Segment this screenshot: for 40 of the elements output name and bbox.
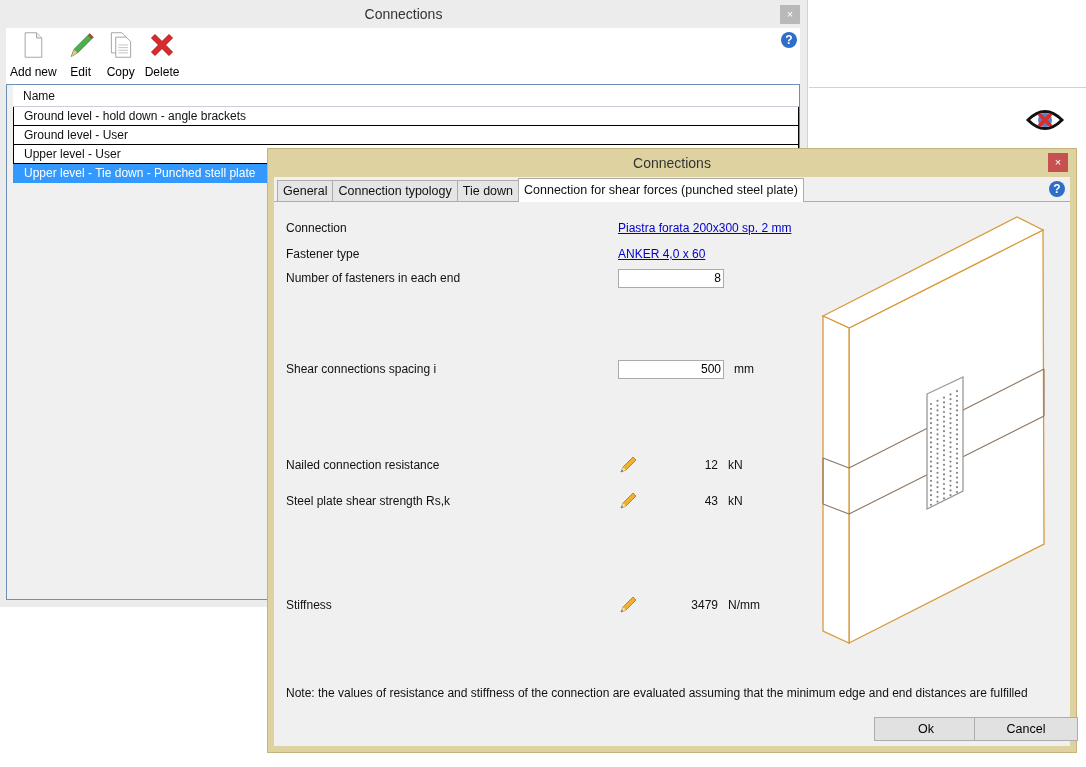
table-row[interactable]: Ground level - hold down - angle brackets (13, 107, 799, 126)
field-label: Nailed connection resistance (286, 457, 441, 474)
dialog-title: Connections (633, 154, 711, 173)
pencil-icon[interactable] (618, 455, 638, 475)
note-text: Note: the values of resistance and stiffness of the connection are evaluated assuming that the minimum edge and end distances are fulfilled (286, 685, 1028, 702)
close-button[interactable]: × (1048, 153, 1068, 172)
number-field[interactable]: 8 (618, 268, 724, 288)
hidden-eye-icon[interactable] (1026, 107, 1064, 133)
value-link[interactable]: Piastra forata 200x300 sp. 2 mm (618, 219, 792, 237)
unit-text: kN (728, 493, 743, 510)
field-label: Fastener type (286, 246, 361, 263)
value-link[interactable]: ANKER 4,0 x 60 (618, 245, 706, 263)
tab[interactable]: Connection for shear forces (punched steel plate) (518, 178, 804, 202)
tab[interactable]: Connection typology (332, 180, 458, 201)
tab[interactable]: General (277, 180, 334, 201)
unit-text: mm (734, 361, 754, 378)
toolbar-button[interactable]: Delete (142, 31, 182, 81)
value-text: 12 (703, 457, 718, 474)
number-field[interactable]: 500 (618, 359, 724, 379)
column-header[interactable]: Name (13, 85, 799, 107)
pencil-icon[interactable] (618, 595, 638, 615)
field-label: Steel plate shear strength Rs,k (286, 493, 452, 510)
dialog-button[interactable]: Cancel (974, 717, 1078, 741)
unit-text: N/mm (728, 597, 760, 614)
field-label: Stiffness (286, 597, 333, 614)
field-label: Number of fasteners in each end (286, 270, 462, 287)
value-text: 3479 (690, 597, 718, 614)
tab[interactable]: Tie down (456, 180, 520, 201)
toolbar-button[interactable]: Edit (62, 31, 99, 81)
table-row[interactable]: Ground level - User (13, 126, 799, 145)
window-title: Connections (364, 5, 443, 24)
value-text: 43 (703, 493, 718, 510)
help-button[interactable]: ? (781, 32, 797, 48)
help-button[interactable]: ? (1049, 181, 1065, 197)
toolbar-button[interactable]: Add new (8, 31, 59, 81)
field-label: Connection (286, 220, 348, 237)
field-label: Shear connections spacing i (286, 361, 438, 378)
toolbar-button[interactable]: Copy (102, 31, 139, 81)
unit-text: kN (728, 457, 743, 474)
pencil-icon[interactable] (618, 491, 638, 511)
